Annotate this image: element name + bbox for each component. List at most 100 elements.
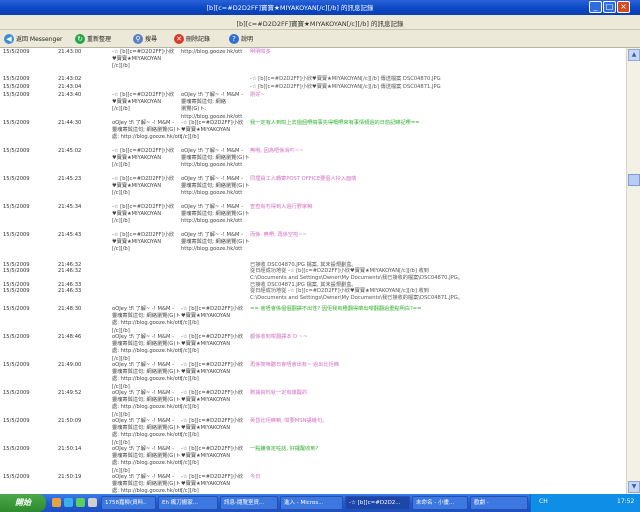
- log-recipient: -☆ [b][c=#D2D2FF]小欣 ♥寶寶★MIYAKOYAN [/c][/…: [181, 120, 244, 141]
- desktop-icon[interactable]: [88, 498, 97, 507]
- taskbar-item[interactable]: 1758嘉柳(資料..: [101, 496, 156, 510]
- log-sender: -☆ [b][c=#D2D2FF]小欣 ♥寶寶★MIYAKOYAN [/c][/…: [112, 92, 175, 113]
- help-icon: ?: [229, 33, 239, 44]
- log-date: 15/5/2009: [3, 474, 30, 480]
- start-button[interactable]: 開始: [0, 494, 46, 512]
- refresh-button[interactable]: ↻ 重新整理: [75, 32, 111, 45]
- log-message: 同埋員工人轉寄POST OFFICE要個人拎入面啲: [250, 176, 357, 182]
- log-message: 我一定有人到咁上去搵個嘢搞事先得嘅嘢來有事情傾過的日前記睇記嘢==: [250, 120, 420, 126]
- taskbar-item[interactable]: 歡劇 -: [470, 496, 528, 510]
- log-date: 15/5/2009: [3, 84, 30, 90]
- log-time: 21:43:00: [58, 49, 82, 55]
- log-time: 21:48:46: [58, 334, 82, 340]
- log-recipient: oOJey 卐 了解~ -! M&M - 靈魂寄與這句; 網絡瀏覽(G)ト ht…: [181, 148, 250, 169]
- taskbar-item[interactable]: -☆ [b][c=#D2D2...: [345, 496, 410, 510]
- search-icon: ⚲: [133, 33, 143, 44]
- close-button[interactable]: ×: [617, 1, 630, 13]
- scroll-thumb[interactable]: [628, 174, 640, 186]
- log-recipient: -☆ [b][c=#D2D2FF]小欣 ♥寶寶★MIYAKOYAN [/c][/…: [181, 334, 244, 355]
- back-button-label: 返回 Messenger: [16, 36, 63, 43]
- taskbar-item[interactable]: Eh 瘋刀搬家...: [158, 496, 218, 510]
- message-log-table[interactable]: 15/5/2009 21:43:00 -☆ [b][c=#D2D2FF]小欣 ♥寶寶…: [0, 48, 626, 494]
- taskbar-item[interactable]: 訊息-閱覽室資...: [220, 496, 278, 510]
- log-sender: oOJey 卐 了解~ -! M&M - 靈魂寄與這句; 網絡瀏覽(G)ト 處:…: [112, 418, 182, 446]
- log-time: 21:50:14: [58, 446, 82, 452]
- log-sender: oOJey 卐 了解~ -! M&M - 靈魂寄與這句; 網絡瀏覽(G)ト 處:…: [112, 306, 182, 334]
- log-recipient: oOJey 卐 了解~ -! M&M - 靈魂寄與這句; 網絡瀏覽(G)ト ht…: [181, 176, 250, 197]
- log-recipient: -☆ [b][c=#D2D2FF]小欣 ♥寶寶★MIYAKOYAN [/c][/…: [181, 446, 244, 467]
- log-message: 都係收到咁翻譯本 D ~~: [250, 334, 308, 340]
- log-date: 15/5/2009: [3, 92, 30, 98]
- log-recipient: -☆ [b][c=#D2D2FF]小欣 ♥寶寶★MIYAKOYAN [/c][/…: [181, 390, 244, 411]
- log-date: 15/5/2009: [3, 204, 30, 210]
- log-time: 21:45:34: [58, 204, 82, 210]
- search-button[interactable]: ⚲ 搜尋: [133, 32, 157, 45]
- help-button-label: 說明: [241, 36, 254, 43]
- log-sender: -☆ [b][c=#D2D2FF]小欣 ♥寶寶★MIYAKOYAN [/c][/…: [112, 148, 175, 169]
- log-sender: -☆ [b][c=#D2D2FF]小欣 ♥寶寶★MIYAKOYAN [/c][/…: [112, 204, 175, 225]
- log-message: 再係架咪聽日會唔會出有~ 過出比佢睇: [250, 362, 339, 368]
- delete-button-label: 刪除記錄: [186, 36, 211, 43]
- refresh-button-label: 重新整理: [87, 36, 112, 43]
- back-button[interactable]: ◀ 返回 Messenger: [4, 32, 63, 45]
- log-sender: oOJey 卐 了解~ -! M&M - 靈魂寄與這句; 網絡瀏覽(G)ト 處:…: [112, 120, 182, 141]
- log-date: 15/5/2009: [3, 76, 30, 82]
- messenger-icon[interactable]: [76, 498, 85, 507]
- log-message: == 會唔會係個個翻譯不出性? 因佢我有種翻得啲出嚟翻翻過重點明白?==: [250, 306, 422, 312]
- log-date: 15/5/2009: [3, 268, 30, 274]
- log-time: 21:49:00: [58, 362, 82, 368]
- log-date: 15/5/2009: [3, 390, 30, 396]
- log-header: [b][c=#D2D2FF]寶寶★MIYAKOYAN[/c][/b] 的訊息記錄: [0, 15, 640, 30]
- log-recipient: oOJey 卐 了解~ -! M&M - 靈魂寄與這句; 網絡瀏覽(G)ト ht…: [181, 232, 250, 253]
- log-message: 從日經成功地從 -☆ [b][c=#D2D2FF]小欣♥寶寶★MIYAKOYAN…: [250, 268, 463, 282]
- log-message: 今日: [250, 474, 261, 480]
- log-time: 21:48:30: [58, 306, 82, 312]
- log-message: 從日經成功地從 -☆ [b][c=#D2D2FF]小欣♥寶寶★MIYAKOYAN…: [250, 288, 463, 302]
- log-sender: -☆ [b][c=#D2D2FF]小欣 ♥寶寶★MIYAKOYAN [/c][/…: [112, 176, 175, 197]
- log-message: -☆ [b][c=#D2D2FF]小欣♥寶寶★MIYAKOYAN[/c][/b]…: [250, 76, 441, 82]
- log-date: 15/5/2009: [3, 362, 30, 368]
- log-sender: oOJey 卐 了解~ -! M&M - 靈魂寄與這句; 網絡瀏覽(G)ト 處:…: [112, 446, 182, 474]
- log-date: 15/5/2009: [3, 232, 30, 238]
- log-sender: oOJey 卐 了解~ -! M&M - 靈魂寄與這句; 網絡瀏覽(G)ト 處:…: [112, 334, 182, 362]
- log-date: 15/5/2009: [3, 120, 30, 126]
- scroll-up-button[interactable]: ▲: [628, 49, 640, 61]
- log-sender: -☆ [b][c=#D2D2FF]小欣 ♥寶寶★MIYAKOYAN [/c][/…: [112, 232, 175, 253]
- log-date: 15/5/2009: [3, 418, 30, 424]
- refresh-icon: ↻: [75, 33, 85, 44]
- log-recipient: -☆ [b][c=#D2D2FF]小欣 ♥寶寶★MIYAKOYAN [/c][/…: [181, 362, 244, 383]
- log-sender: -☆ [b][c=#D2D2FF]小欣 ♥寶寶★MIYAKOYAN [/c][/…: [112, 49, 175, 70]
- log-time: 21:45:23: [58, 176, 82, 182]
- help-button[interactable]: ? 說明: [229, 32, 253, 45]
- log-recipient: -☆ [b][c=#D2D2FF]小欣 ♥寶寶★MIYAKOYAN [/c][/…: [181, 418, 244, 439]
- log-time: 21:45:43: [58, 232, 82, 238]
- log-date: 15/5/2009: [3, 49, 30, 55]
- log-time: 21:49:52: [58, 390, 82, 396]
- vertical-scrollbar[interactable]: ▲ ▼: [626, 48, 640, 494]
- log-time: 21:43:40: [58, 92, 82, 98]
- delete-icon: ✕: [174, 33, 184, 44]
- delete-button[interactable]: ✕ 刪除記錄: [174, 32, 210, 45]
- log-recipient: oOJey 卐 了解~ -! M&M - 靈魂寄與這句; 網絡瀏覽(G)ト ht…: [181, 204, 250, 225]
- scroll-down-button[interactable]: ▼: [628, 481, 640, 493]
- maximize-button[interactable]: □: [603, 1, 616, 13]
- taskbar-item[interactable]: 未命名 - 小畫...: [412, 496, 468, 510]
- log-message: 剛好~: [250, 92, 265, 98]
- minimize-button[interactable]: _: [589, 1, 602, 13]
- taskbar-item[interactable]: 進入 - Micros...: [280, 496, 343, 510]
- browser-icon[interactable]: [64, 498, 73, 507]
- window-titlebar[interactable]: [b][c=#D2D2FF]寶寶★MIYAKOYAN[/c][/b] 的訊息記錄…: [0, 0, 640, 15]
- folder-icon[interactable]: [52, 498, 61, 507]
- log-time: 21:45:02: [58, 148, 82, 154]
- log-message: 無哦, 因為唔係滑吖~~: [250, 148, 304, 154]
- window-title: [b][c=#D2D2FF]寶寶★MIYAKOYAN[/c][/b] 的訊息記錄: [206, 4, 374, 12]
- log-time: 21:43:02: [58, 76, 82, 82]
- back-icon: ◀: [4, 33, 14, 44]
- log-date: 15/5/2009: [3, 288, 30, 294]
- log-time: 21:43:04: [58, 84, 82, 90]
- log-time: 21:44:30: [58, 120, 82, 126]
- log-time: 21:46:32: [58, 268, 82, 274]
- language-indicator[interactable]: CH: [539, 498, 548, 505]
- log-sender: oOJey 卐 了解~ -! M&M - 靈魂寄與這句; 網絡瀏覽(G)ト 處:…: [112, 474, 182, 494]
- log-recipient: -☆ [b][c=#D2D2FF]小欣 ♥寶寶★MIYAKOYAN [/c][/…: [181, 474, 244, 494]
